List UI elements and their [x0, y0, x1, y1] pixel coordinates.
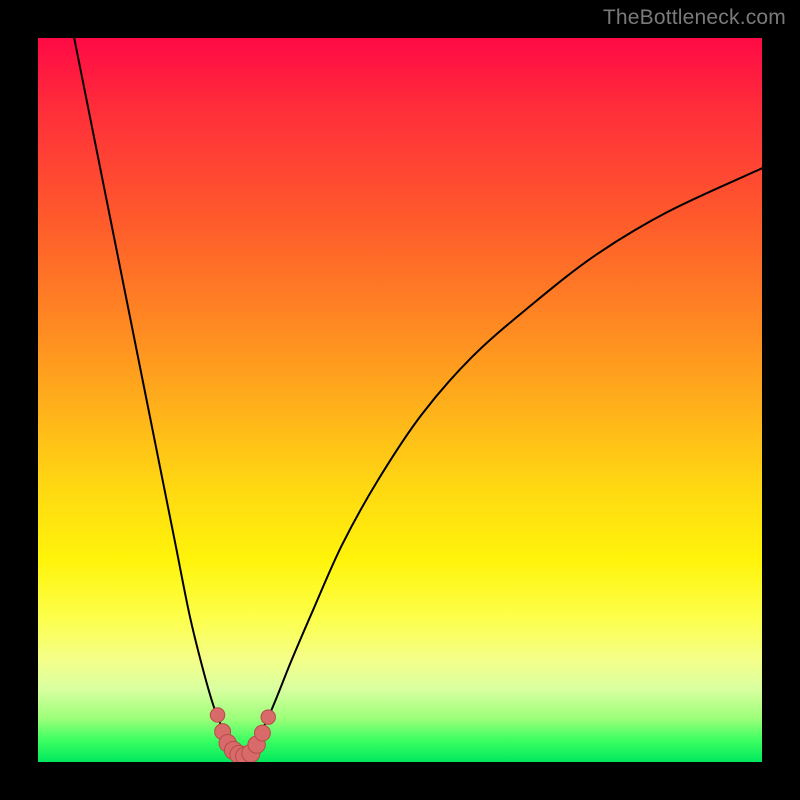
- marker-point: [254, 725, 270, 741]
- marker-point: [261, 710, 275, 724]
- marker-point: [210, 708, 224, 722]
- chart-container: TheBottleneck.com: [0, 0, 800, 800]
- curve-left-branch: [74, 38, 241, 758]
- plot-area: [38, 38, 762, 762]
- marker-cluster: [210, 708, 275, 762]
- curve-right-branch: [241, 168, 762, 758]
- curve-svg: [38, 38, 762, 762]
- watermark-text: TheBottleneck.com: [603, 6, 786, 30]
